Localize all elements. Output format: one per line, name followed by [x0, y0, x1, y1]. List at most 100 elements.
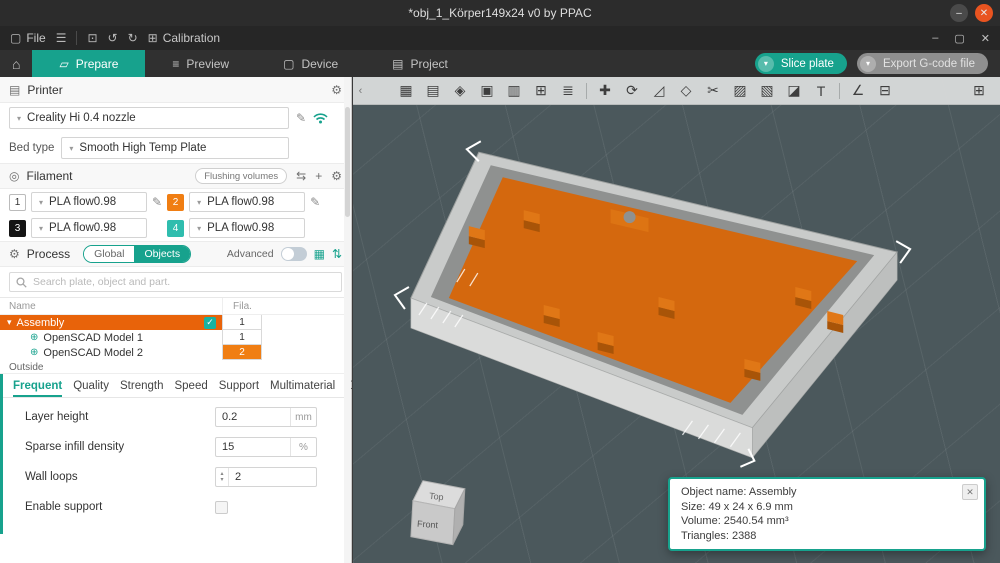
bed-type-select[interactable]: ▾ Smooth High Temp Plate: [61, 137, 289, 159]
filament-4-name: PLA flow0.98: [207, 222, 274, 234]
bed-type-value: Smooth High Temp Plate: [79, 142, 206, 154]
tree-row-model-2[interactable]: ⊕ OpenSCAD Model 2 2: [0, 345, 351, 360]
auto-orient-icon[interactable]: ◈: [451, 82, 469, 99]
enable-support-checkbox[interactable]: [215, 501, 228, 514]
sparse-infill-density-input[interactable]: [216, 441, 290, 453]
menubar-divider: [76, 31, 77, 45]
fill-plate-icon[interactable]: ▣: [478, 82, 496, 99]
tab-project[interactable]: ▤ Project: [365, 50, 475, 77]
tab-support[interactable]: Support: [219, 374, 259, 397]
window-minimize-icon[interactable]: –: [932, 32, 938, 45]
model-2-filament-cell[interactable]: 2: [222, 345, 262, 360]
plate-nav-icon[interactable]: ⊞: [970, 82, 988, 99]
text-icon[interactable]: T: [812, 83, 830, 99]
measure-icon[interactable]: ∠: [849, 82, 867, 99]
file-menu[interactable]: ▢ File: [10, 31, 46, 45]
tab-speed[interactable]: Speed: [174, 374, 207, 397]
printer-preset-select[interactable]: ▾ Creality Hi 0.4 nozzle: [9, 107, 289, 129]
filament-3-select[interactable]: ▾ PLA flow0.98: [31, 218, 147, 238]
scope-global-button[interactable]: Global: [84, 246, 134, 262]
edit-filament-2-icon[interactable]: ✎: [310, 195, 320, 209]
filament-1-badge[interactable]: 1: [9, 194, 26, 211]
calibration-menu[interactable]: ⊞ Calibration: [148, 31, 220, 45]
clone-icon[interactable]: ▥: [505, 82, 523, 99]
layer-height-input[interactable]: [216, 411, 290, 423]
export-gcode-button[interactable]: ▾ Export G-code file: [857, 53, 988, 74]
model-1-filament-cell[interactable]: 1: [222, 330, 262, 345]
cube-front-label[interactable]: Front: [417, 519, 439, 530]
add-filament-icon[interactable]: +: [315, 169, 322, 183]
window-close-icon[interactable]: ✕: [981, 32, 990, 45]
sidebar-scrollbar[interactable]: [344, 77, 351, 563]
tab-strength[interactable]: Strength: [120, 374, 163, 397]
orientation-cube[interactable]: Top Front: [411, 481, 465, 545]
wall-loops-stepper[interactable]: ▴▾: [216, 468, 229, 486]
save-icon[interactable]: ⊡: [87, 31, 97, 45]
seam-icon[interactable]: ◪: [785, 82, 803, 99]
slice-plate-button[interactable]: ▾ Slice plate: [755, 53, 847, 74]
filament-2-badge[interactable]: 2: [167, 194, 184, 211]
variable-layer-height-icon[interactable]: ≣: [559, 82, 577, 99]
filament-4-badge[interactable]: 4: [167, 220, 184, 237]
scrollbar-thumb[interactable]: [345, 107, 350, 217]
color-paint-icon[interactable]: ▧: [758, 82, 776, 99]
edit-printer-icon[interactable]: ✎: [296, 111, 306, 125]
assembly-filament-cell[interactable]: 1: [222, 315, 262, 330]
tab-prepare[interactable]: ▱ Prepare: [32, 50, 145, 77]
assembly-checkbox[interactable]: ✓: [204, 317, 216, 329]
filament-3-badge[interactable]: 3: [9, 220, 26, 237]
scope-objects-button[interactable]: Objects: [134, 246, 190, 262]
arrange-icon[interactable]: ▤: [424, 82, 442, 99]
menu-list-icon[interactable]: ☰: [56, 31, 67, 45]
tab-quality[interactable]: Quality: [73, 374, 109, 397]
home-icon[interactable]: ⌂: [12, 56, 20, 72]
flatten-icon[interactable]: ◇: [677, 82, 695, 99]
info-close-icon[interactable]: ✕: [962, 484, 978, 500]
close-button[interactable]: ✕: [975, 4, 993, 22]
plate-settings-icon[interactable]: ▦: [397, 82, 415, 99]
cut-icon[interactable]: ✂: [704, 82, 722, 99]
expander-icon[interactable]: ▾: [7, 317, 12, 328]
assembly-view-icon[interactable]: ⊟: [876, 82, 894, 99]
undo-icon[interactable]: ↺: [108, 31, 118, 45]
filament-4-select[interactable]: ▾ PLA flow0.98: [189, 218, 305, 238]
collapse-sidebar-icon[interactable]: ‹: [353, 77, 368, 105]
support-paint-icon[interactable]: ▨: [731, 82, 749, 99]
tab-multimaterial[interactable]: Multimaterial: [270, 374, 335, 397]
scale-icon[interactable]: ◿: [650, 82, 668, 99]
tree-row-model-1[interactable]: ⊕ OpenSCAD Model 1 1: [0, 330, 351, 345]
window-maximize-icon[interactable]: ▢: [954, 32, 964, 45]
minimize-button[interactable]: –: [950, 4, 968, 22]
split-objects-icon[interactable]: ⊞: [532, 82, 550, 99]
search-input[interactable]: [33, 276, 335, 288]
wall-loops-field: ▴▾: [215, 467, 317, 487]
tab-device[interactable]: ▢ Device: [256, 50, 365, 77]
app-window: *obj_1_Körper149x24 v0 by PPAC – ✕ ▢ Fil…: [0, 0, 1000, 563]
filament-3-name: PLA flow0.98: [49, 222, 116, 234]
sync-filament-icon[interactable]: ⇆: [296, 169, 306, 183]
objects-table-icon[interactable]: ▦: [314, 247, 325, 261]
filament-1-select[interactable]: ▾ PLA flow0.98: [31, 192, 147, 212]
filament-2-name: PLA flow0.98: [207, 196, 274, 208]
process-sync-icon[interactable]: ⇅: [332, 247, 342, 261]
viewport-3d[interactable]: Top Front ▦ ▤ ◈ ▣ ▥ ⊞ ≣ ✚ ⟳ ◿ ◇ ✂ ▨ ▧ ◪ …: [353, 77, 1000, 563]
cube-top-label[interactable]: Top: [429, 491, 444, 502]
redo-icon[interactable]: ↻: [128, 31, 138, 45]
wall-loops-input[interactable]: [229, 471, 316, 483]
slice-dropdown-icon[interactable]: ▾: [758, 56, 774, 72]
filament-settings-icon[interactable]: ⚙: [331, 169, 342, 183]
tab-frequent[interactable]: Frequent: [13, 374, 62, 397]
rotate-icon[interactable]: ⟳: [623, 82, 641, 99]
move-icon[interactable]: ✚: [596, 82, 614, 99]
model-tray[interactable]: [411, 152, 897, 458]
flushing-volumes-button[interactable]: Flushing volumes: [195, 168, 287, 184]
advanced-toggle[interactable]: [281, 247, 307, 261]
edit-filament-1-icon[interactable]: ✎: [152, 195, 162, 209]
tab-preview[interactable]: ≡ Preview: [145, 50, 256, 77]
filament-2-select[interactable]: ▾ PLA flow0.98: [189, 192, 305, 212]
export-dropdown-icon[interactable]: ▾: [860, 56, 876, 72]
wifi-icon[interactable]: [313, 112, 328, 124]
printer-settings-icon[interactable]: ⚙: [331, 83, 342, 97]
process-icon: ⚙: [9, 247, 20, 261]
tree-row-assembly[interactable]: ▾ Assembly ✓ 1: [0, 315, 351, 330]
